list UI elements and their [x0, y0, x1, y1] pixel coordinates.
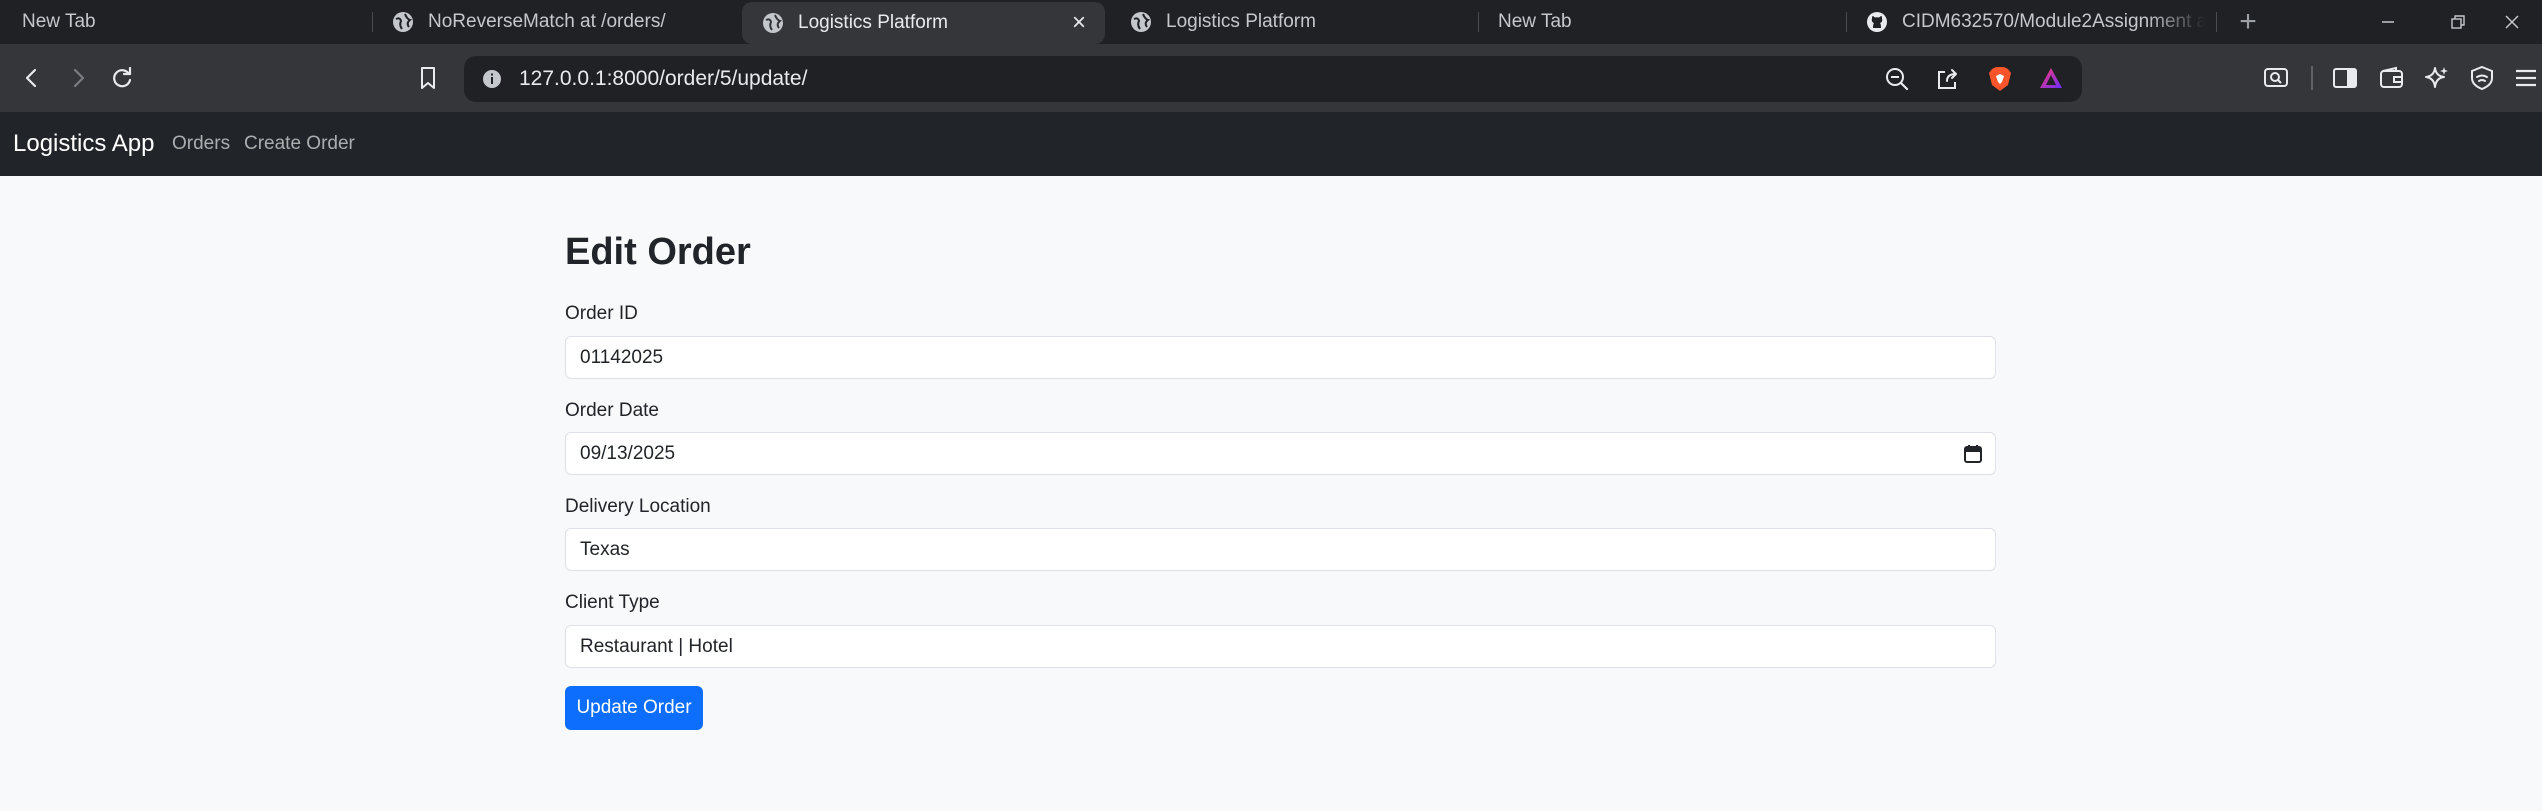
tab-title: New Tab	[1498, 11, 1572, 32]
tab-new-tab-1[interactable]: New Tab	[22, 0, 362, 44]
app-navbar: Logistics App Orders Create Order	[0, 112, 2542, 176]
tab-separator	[1478, 12, 1479, 32]
order-id-value: 01142025	[580, 346, 664, 368]
tab-new-tab-2[interactable]: New Tab	[1498, 0, 1828, 44]
nav-link-create-order[interactable]: Create Order	[244, 133, 355, 155]
tab-github[interactable]: CIDM632570/Module2Assignment at	[1866, 0, 2206, 44]
bookmark-icon[interactable]	[410, 60, 446, 96]
delivery-location-input[interactable]: Texas	[565, 528, 1996, 571]
client-type-value: Restaurant | Hotel	[580, 635, 733, 657]
client-type-label: Client Type	[565, 592, 660, 613]
delivery-location-value: Texas	[580, 538, 630, 560]
client-type-input[interactable]: Restaurant | Hotel	[565, 625, 1996, 668]
toolbar-divider	[2311, 66, 2313, 90]
share-icon[interactable]	[1933, 64, 1963, 94]
wallet-icon[interactable]	[2374, 60, 2410, 96]
address-bar[interactable]: 127.0.0.1:8000/order/5/update/	[464, 56, 2082, 102]
calendar-icon[interactable]	[1963, 444, 1983, 464]
zoom-out-icon[interactable]	[1882, 64, 1912, 94]
forward-button[interactable]	[60, 60, 96, 96]
site-info-icon[interactable]	[477, 64, 507, 94]
tab-noreversematch[interactable]: NoReverseMatch at /orders/	[392, 0, 732, 44]
new-tab-button[interactable]: +	[2232, 5, 2264, 38]
tab-title: Logistics Platform	[798, 12, 948, 33]
tab-title: New Tab	[22, 11, 96, 32]
browser-toolbar: 127.0.0.1:8000/order/5/update/	[0, 44, 2542, 112]
order-id-input[interactable]: 01142025	[565, 336, 1996, 379]
minimize-button[interactable]	[2358, 0, 2418, 44]
page-title: Edit Order	[565, 231, 751, 273]
update-order-button[interactable]: Update Order	[565, 686, 703, 730]
brave-shields-icon[interactable]	[1985, 64, 2015, 94]
globe-icon	[762, 12, 784, 34]
order-date-label: Order Date	[565, 400, 659, 421]
order-date-value: 09/13/2025	[580, 442, 676, 464]
menu-icon[interactable]	[2508, 60, 2542, 96]
nav-link-orders[interactable]: Orders	[172, 133, 230, 155]
back-button[interactable]	[14, 60, 50, 96]
brave-rewards-icon[interactable]	[2036, 64, 2066, 94]
order-id-label: Order ID	[565, 303, 638, 324]
restore-button[interactable]	[2428, 0, 2488, 44]
tab-separator	[2216, 12, 2217, 32]
tab-separator	[1846, 12, 1847, 32]
vpn-shield-icon[interactable]	[2464, 60, 2500, 96]
page-search-icon[interactable]	[2258, 60, 2294, 96]
sidebar-toggle-icon[interactable]	[2327, 60, 2363, 96]
brand-logo[interactable]: Logistics App	[13, 130, 154, 158]
tab-logistics-platform-active[interactable]: Logistics Platform ×	[742, 2, 1105, 44]
delivery-location-label: Delivery Location	[565, 496, 711, 517]
github-icon	[1866, 11, 1888, 33]
tab-title: Logistics Platform	[1166, 11, 1316, 32]
order-date-input[interactable]: 09/13/2025	[565, 432, 1996, 475]
globe-icon	[392, 11, 414, 33]
tab-logistics-platform[interactable]: Logistics Platform	[1130, 0, 1460, 44]
tab-fade	[2146, 0, 2206, 44]
globe-icon	[1130, 11, 1152, 33]
url-text[interactable]: 127.0.0.1:8000/order/5/update/	[519, 67, 807, 91]
leo-ai-icon[interactable]	[2419, 60, 2455, 96]
reload-button[interactable]	[104, 60, 140, 96]
browser-tab-strip: New Tab NoReverseMatch at /orders/ Logis…	[0, 0, 2542, 44]
tab-title: NoReverseMatch at /orders/	[428, 11, 666, 32]
tab-separator	[372, 12, 373, 32]
close-tab-icon[interactable]: ×	[1065, 9, 1093, 37]
close-window-button[interactable]	[2482, 0, 2542, 44]
